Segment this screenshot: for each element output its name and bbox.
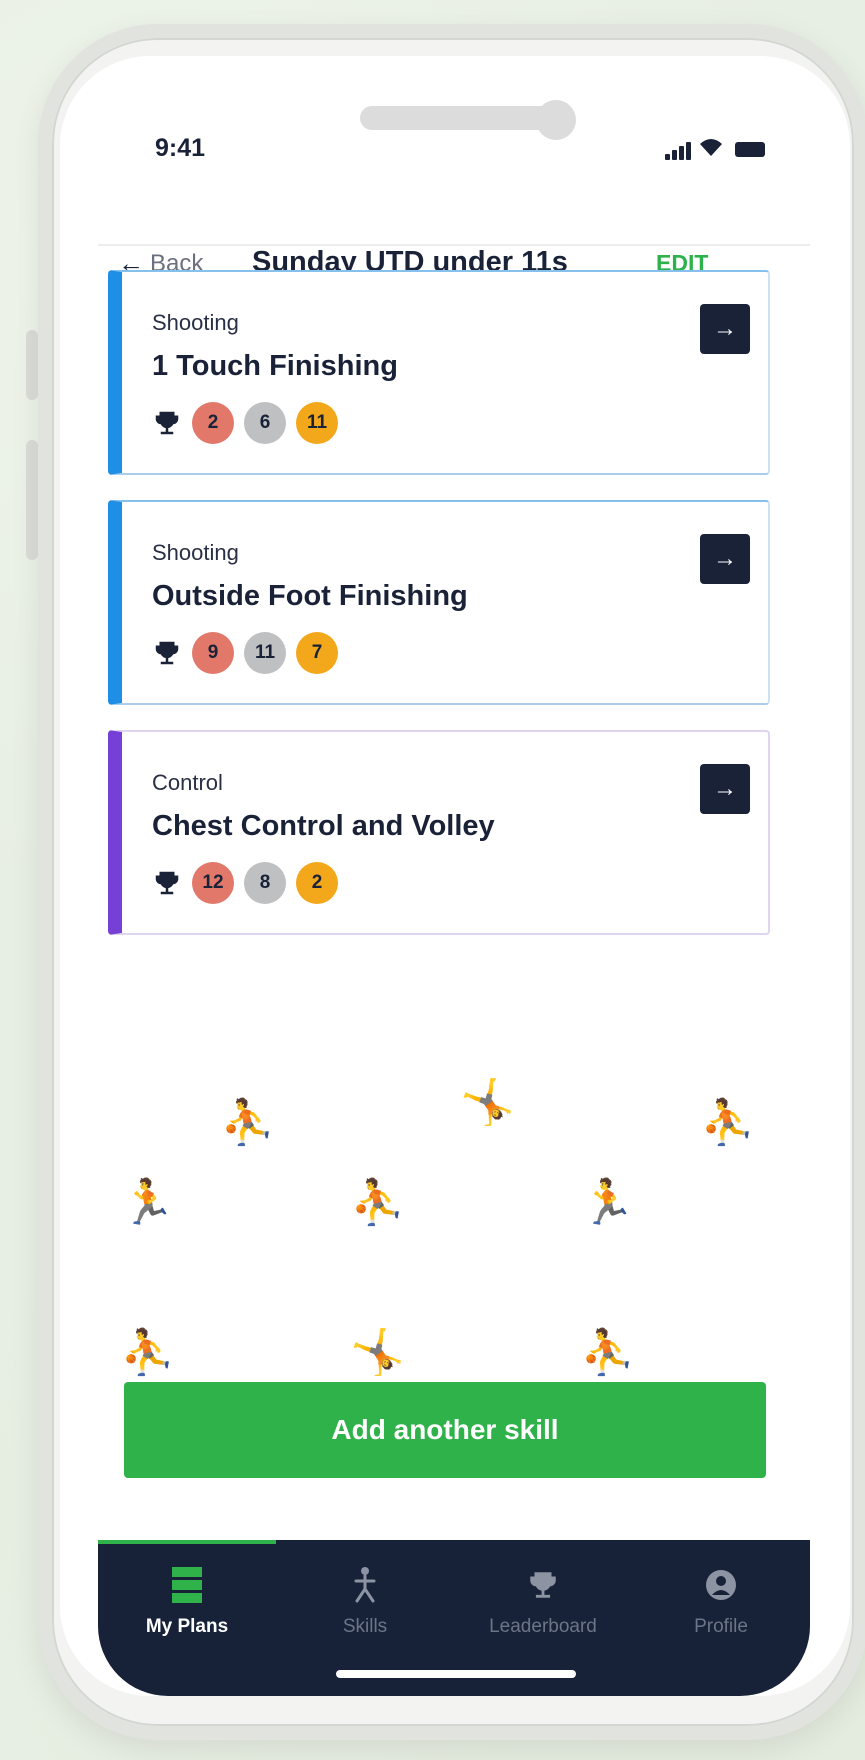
skill-category: Shooting [152,310,239,335]
open-skill-button[interactable]: → [700,304,750,354]
player-figure-icon: ⛹ [220,1097,275,1148]
trophy-icon [526,1562,560,1608]
skill-card[interactable]: Shooting Outside Foot Finishing → 9 11 7 [108,500,770,705]
tab-label: Profile [694,1616,748,1637]
status-bar: 9:41 [60,56,850,176]
add-skill-button[interactable]: Add another skill [124,1382,766,1478]
badge-grey: 11 [244,632,286,674]
player-figure-icon: 🤸 [350,1327,405,1378]
phone-side-button [26,330,38,400]
signal-icon [665,142,693,160]
player-figure-icon: ⛹ [350,1177,405,1228]
player-figure-icon: 🤸 [460,1077,515,1128]
badge-red: 2 [192,402,234,444]
badge-grey: 8 [244,862,286,904]
tab-leaderboard[interactable]: Leaderboard [454,1562,632,1662]
badge-red: 12 [192,862,234,904]
home-indicator[interactable] [336,1670,576,1678]
open-skill-button[interactable]: → [700,764,750,814]
tab-skills[interactable]: Skills [276,1562,454,1662]
skill-name: Outside Foot Finishing [152,580,468,612]
badge-gold: 11 [296,402,338,444]
wifi-icon [700,139,722,156]
camera-dot [536,100,576,140]
trophy-icon [155,641,179,665]
arrow-right-icon: → [713,315,737,342]
skill-name: 1 Touch Finishing [152,350,398,382]
profile-icon [704,1562,738,1608]
skill-card[interactable]: Control Chest Control and Volley → 12 8 … [108,730,770,935]
badge-gold: 2 [296,862,338,904]
player-figure-icon: ⛹ [120,1327,175,1378]
header-divider [98,244,810,246]
skill-card[interactable]: Shooting 1 Touch Finishing → 2 6 11 [108,270,770,475]
tab-profile[interactable]: Profile [632,1562,810,1662]
player-figure-icon: 🏃 [120,1177,175,1228]
tab-label: Leaderboard [489,1616,597,1637]
badge-grey: 6 [244,402,286,444]
player-figure-icon: ⛹ [700,1097,755,1148]
badge-gold: 7 [296,632,338,674]
phone-volume-button [26,440,38,560]
plans-icon [170,1562,204,1608]
player-figure-icon: 🏃 [580,1177,635,1228]
badge-red: 9 [192,632,234,674]
tab-label: Skills [342,1616,388,1637]
arrow-right-icon: → [713,775,737,802]
skill-name: Chest Control and Volley [152,810,495,842]
status-time: 9:41 [155,134,206,162]
tab-my-plans[interactable]: My Plans [98,1562,276,1662]
app-screen: 9:41 ← Back Sunday UTD under 11s EDIT Sh… [60,56,850,1696]
active-tab-indicator [98,1540,276,1544]
trophy-icon [155,871,179,895]
skill-category: Shooting [152,540,239,565]
skill-stats: 9 11 7 [152,632,338,674]
skill-stats: 12 8 2 [152,862,338,904]
tab-label: My Plans [145,1616,229,1637]
player-figure-icon: ⛹ [580,1327,635,1378]
skill-stats: 2 6 11 [152,402,338,444]
arrow-right-icon: → [713,545,737,572]
skill-category: Control [152,770,223,795]
battery-icon [735,142,765,157]
trophy-icon [155,411,179,435]
skills-icon [348,1562,382,1608]
open-skill-button[interactable]: → [700,534,750,584]
